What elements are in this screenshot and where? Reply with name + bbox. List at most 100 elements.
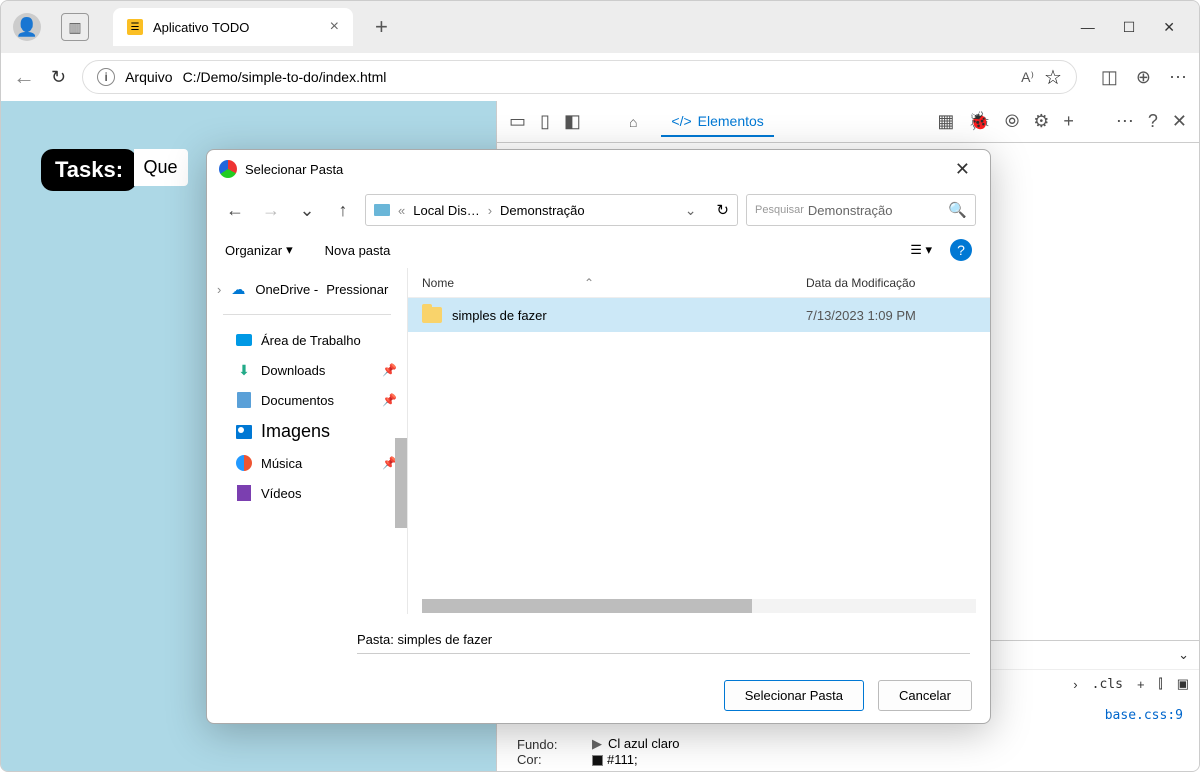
network-icon[interactable]: ⦾ bbox=[1005, 111, 1019, 132]
css-color-val[interactable]: #111; bbox=[607, 752, 638, 767]
dialog-nav: ← → ⌄ ↑ « Local Dis… › Demonstração ⌄ ↻ … bbox=[207, 188, 990, 232]
expand-icon[interactable]: ▶ bbox=[592, 736, 602, 751]
nav-back-icon[interactable]: ← bbox=[221, 196, 249, 224]
list-hscroll[interactable] bbox=[408, 598, 990, 614]
tab-favicon: ☰ bbox=[127, 19, 143, 35]
maximize-icon[interactable]: ☐ bbox=[1123, 19, 1136, 36]
download-icon: ⬇ bbox=[235, 361, 253, 379]
close-dialog-icon[interactable]: ✕ bbox=[947, 155, 978, 184]
address-bar: ← ↻ i Arquivo C:/Demo/simple-to-do/index… bbox=[1, 53, 1199, 101]
cls-toggle[interactable]: .cls bbox=[1092, 677, 1123, 692]
col-name[interactable]: Nome bbox=[422, 276, 454, 290]
flex-icon[interactable]: ▣ bbox=[1177, 676, 1189, 692]
browser-tab[interactable]: ☰ Aplicativo TODO × bbox=[113, 8, 353, 46]
close-tab-icon[interactable]: × bbox=[330, 18, 339, 36]
site-info-icon[interactable]: i bbox=[97, 68, 115, 86]
workspaces-icon[interactable]: ▥ bbox=[61, 13, 89, 41]
folder-row[interactable]: simples de fazer 7/13/2023 1:09 PM bbox=[408, 298, 990, 332]
dialog-main: › ☁ OneDrive - Pressionar Área de Trabal… bbox=[207, 268, 990, 614]
breadcrumb-disk[interactable]: Local Dis… bbox=[413, 203, 479, 218]
read-aloud-icon[interactable]: A⁾ bbox=[1021, 69, 1034, 86]
breadcrumb-chevron-icon[interactable]: ⌄ bbox=[685, 202, 697, 219]
css-bg-key: Fundo: bbox=[517, 737, 572, 752]
sort-caret-icon[interactable]: ⌃ bbox=[584, 276, 594, 290]
css-bg-val[interactable]: Cl azul claro bbox=[608, 736, 680, 751]
sidebar-music[interactable]: Música📌 bbox=[207, 448, 407, 478]
dialog-sidebar: › ☁ OneDrive - Pressionar Área de Trabal… bbox=[207, 268, 407, 614]
breadcrumb-refresh-icon[interactable]: ↻ bbox=[716, 201, 729, 219]
collections-icon[interactable]: ⊕ bbox=[1136, 67, 1151, 88]
folder-picker-dialog: Selecionar Pasta ✕ ← → ⌄ ↑ « Local Dis… … bbox=[206, 149, 991, 724]
sidebar-documents[interactable]: Documentos📌 bbox=[207, 385, 407, 415]
column-headers[interactable]: Nome ⌃ Data da Modificação bbox=[408, 268, 990, 298]
folder-date: 7/13/2023 1:09 PM bbox=[806, 308, 976, 323]
profile-avatar[interactable]: 👤 bbox=[13, 13, 41, 41]
window-controls: ― ☐ ✕ bbox=[1081, 19, 1191, 36]
pin-icon[interactable]: 📌 bbox=[382, 393, 397, 407]
sidebar-videos[interactable]: Vídeos bbox=[207, 478, 407, 508]
close-window-icon[interactable]: ✕ bbox=[1163, 19, 1175, 36]
disk-icon bbox=[374, 204, 390, 216]
sidebar-images[interactable]: Imagens bbox=[207, 415, 407, 448]
dialog-toolbar: Organizar▾ Nova pasta ☰ ▾ ? bbox=[207, 232, 990, 268]
search-icon[interactable]: 🔍 bbox=[948, 201, 967, 219]
cloud-icon: ☁ bbox=[229, 280, 247, 298]
close-devtools-icon[interactable]: ✕ bbox=[1172, 111, 1187, 132]
inspect-icon[interactable]: ▭ bbox=[509, 111, 526, 132]
new-tab-button[interactable]: + bbox=[375, 14, 388, 40]
elements-tab-label: Elementos bbox=[698, 113, 764, 129]
images-icon bbox=[236, 425, 252, 439]
home-tab[interactable]: ⌂ bbox=[619, 108, 647, 136]
dialog-help-icon[interactable]: ? bbox=[950, 239, 972, 261]
nav-up-icon[interactable]: ↑ bbox=[329, 196, 357, 224]
nav-forward-icon[interactable]: → bbox=[257, 196, 285, 224]
pin-icon[interactable]: 📌 bbox=[382, 363, 397, 377]
back-icon[interactable]: ← bbox=[13, 64, 35, 90]
performance-icon[interactable]: ⚙ bbox=[1033, 111, 1049, 132]
new-rule-icon[interactable]: + bbox=[1137, 677, 1145, 692]
folder-icon bbox=[422, 307, 442, 323]
folder-search[interactable]: Pesquisar Demonstração 🔍 bbox=[746, 194, 976, 226]
breadcrumb[interactable]: « Local Dis… › Demonstração ⌄ ↻ bbox=[365, 194, 738, 226]
cancel-button[interactable]: Cancelar bbox=[878, 680, 972, 711]
bug-icon[interactable]: 🐞 bbox=[968, 111, 990, 132]
sidebar-scrollbar[interactable] bbox=[395, 438, 407, 528]
titlebar: 👤 ▥ ☰ Aplicativo TODO × + ― ☐ ✕ bbox=[1, 1, 1199, 53]
color-swatch[interactable] bbox=[592, 755, 603, 766]
url-input[interactable]: i Arquivo C:/Demo/simple-to-do/index.htm… bbox=[82, 60, 1077, 94]
help-icon[interactable]: ? bbox=[1148, 111, 1158, 132]
minimize-icon[interactable]: ― bbox=[1081, 19, 1095, 36]
sidebar-desktop[interactable]: Área de Trabalho bbox=[207, 325, 407, 355]
nav-recent-icon[interactable]: ⌄ bbox=[293, 196, 321, 224]
more-icon[interactable]: ⋯ bbox=[1169, 67, 1187, 88]
new-folder-button[interactable]: Nova pasta bbox=[325, 243, 391, 258]
dock-icon[interactable]: ◧ bbox=[564, 111, 581, 132]
sidebar-downloads[interactable]: ⬇Downloads📌 bbox=[207, 355, 407, 385]
add-tab-icon[interactable]: + bbox=[1063, 111, 1074, 132]
elements-tab[interactable]: </> Elementos bbox=[661, 107, 773, 137]
folder-field-value[interactable]: simples de fazer bbox=[397, 632, 492, 647]
chevron-down-icon[interactable]: ⌄ bbox=[1178, 647, 1189, 663]
code-icon: </> bbox=[671, 113, 691, 129]
css-color-key: Cor: bbox=[517, 752, 572, 767]
file-list: Nome ⌃ Data da Modificação simples de faz… bbox=[407, 268, 990, 614]
breadcrumb-folder[interactable]: Demonstração bbox=[500, 203, 585, 218]
reload-icon[interactable]: ↻ bbox=[51, 67, 66, 88]
css-properties: Fundo: ▶ Cl azul claro Cor: #111; bbox=[497, 732, 1199, 771]
favorite-icon[interactable]: ☆ bbox=[1044, 65, 1062, 90]
split-screen-icon[interactable]: ◫ bbox=[1101, 67, 1118, 88]
device-icon[interactable]: ▯ bbox=[540, 111, 550, 132]
tasks-input[interactable]: Que bbox=[134, 149, 188, 186]
hover-toggle[interactable]: › bbox=[1073, 677, 1077, 692]
app-icon[interactable]: ▦ bbox=[937, 111, 954, 132]
view-mode-icon[interactable]: ☰ ▾ bbox=[910, 242, 932, 258]
search-term: Demonstração bbox=[808, 203, 893, 218]
organize-menu[interactable]: Organizar bbox=[225, 243, 282, 258]
col-date[interactable]: Data da Modificação bbox=[806, 276, 976, 290]
select-folder-button[interactable]: Selecionar Pasta bbox=[724, 680, 864, 711]
more-tools-icon[interactable]: ⋯ bbox=[1116, 111, 1134, 132]
dialog-titlebar: Selecionar Pasta ✕ bbox=[207, 150, 990, 188]
sidebar-onedrive[interactable]: › ☁ OneDrive - Pressionar bbox=[207, 274, 407, 304]
url-prefix: Arquivo bbox=[125, 69, 172, 85]
brush-icon[interactable]: ⫿ bbox=[1159, 676, 1163, 692]
